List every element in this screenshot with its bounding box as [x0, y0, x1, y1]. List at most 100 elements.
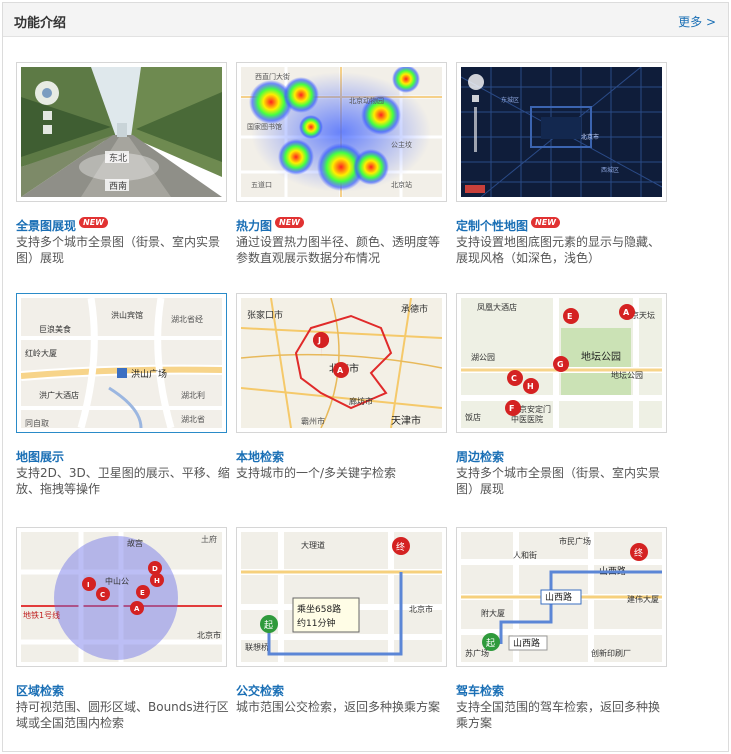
- drive-search-thumbnail[interactable]: 市民广场 人和街 山西路 建伟大厦 附大厦 苏广场 创新印刷厂 山西路 山西路 …: [456, 527, 667, 667]
- svg-text:张家口市: 张家口市: [247, 309, 283, 321]
- drive-route-map-image: 市民广场 人和街 山西路 建伟大厦 附大厦 苏广场 创新印刷厂 山西路 山西路 …: [461, 532, 662, 662]
- svg-text:G: G: [557, 360, 564, 369]
- heatmap-thumbnail[interactable]: 西直门大街 北京动物园 国家图书馆 公主坟 五道口 北京站: [236, 62, 447, 202]
- card-title[interactable]: 驾车检索: [456, 682, 504, 699]
- svg-text:湖北利: 湖北利: [181, 390, 205, 400]
- card-title[interactable]: 全景图展现 NEW: [16, 217, 108, 234]
- card-title[interactable]: 本地检索: [236, 448, 284, 465]
- svg-text:北京动物园: 北京动物园: [349, 96, 384, 105]
- svg-text:廊坊市: 廊坊市: [349, 396, 373, 406]
- card-description: 支持2D、3D、卫星图的展示、平移、缩放、拖拽等操作: [16, 466, 230, 496]
- start-marker-icon: 起: [260, 615, 278, 633]
- marker-e-icon: E: [136, 585, 150, 599]
- card-title[interactable]: 地图展示: [16, 448, 64, 465]
- panel-title: 功能介绍: [14, 16, 67, 31]
- svg-text:北京站: 北京站: [391, 180, 412, 189]
- bus-search-thumbnail[interactable]: 大理道 北京市 联想桥 乘坐658路 约11分钟 起 终: [236, 527, 447, 667]
- marker-d-icon: D: [148, 561, 162, 575]
- svg-text:起: 起: [264, 620, 273, 631]
- card-title-text[interactable]: 区域检索: [16, 684, 64, 698]
- svg-text:A: A: [134, 605, 140, 613]
- card-title-text[interactable]: 公交检索: [236, 684, 284, 698]
- bus-route-map-image: 大理道 北京市 联想桥 乘坐658路 约11分钟 起 终: [241, 532, 442, 662]
- card-title[interactable]: 区域检索: [16, 682, 64, 699]
- zoom-control-icon: [468, 74, 484, 90]
- street-view-image: 东北 西南: [21, 67, 222, 197]
- svg-text:C: C: [100, 591, 105, 599]
- svg-text:中医医院: 中医医院: [511, 414, 543, 424]
- marker-h-icon: H: [150, 573, 164, 587]
- new-badge: NEW: [275, 217, 304, 228]
- card-description: 持可视范围、圆形区域、Bounds进行区域或全国范围内检索: [16, 700, 229, 730]
- marker-i-icon: I: [82, 577, 96, 591]
- end-marker-icon: 终: [392, 537, 410, 555]
- svg-text:故宫: 故宫: [127, 538, 143, 548]
- start-marker-icon: 起: [482, 633, 500, 651]
- panorama-thumbnail[interactable]: 东北 西南: [16, 62, 227, 202]
- nearby-search-thumbnail[interactable]: 凤凰大酒店 北京天坛 地坛公园 地坛公园 湖公园 北京安定门 中医医院 饭店 A…: [456, 293, 667, 433]
- card-title[interactable]: 热力图 NEW: [236, 217, 304, 234]
- card-title[interactable]: 定制个性地图 NEW: [456, 217, 560, 234]
- svg-text:山西路: 山西路: [513, 637, 540, 649]
- street-map-image: 洪山宾馆 湖北省经 巨浪美食 红岭大厦 洪山广场 洪广大酒店 湖北利 湖北省 同…: [21, 298, 222, 428]
- svg-text:J: J: [317, 336, 321, 345]
- svg-text:D: D: [152, 565, 158, 573]
- card-title-text[interactable]: 热力图: [236, 219, 272, 233]
- svg-text:湖北省经: 湖北省经: [171, 314, 203, 324]
- card-description: 支持全国范围的驾车检索，返回多种换乘方案: [456, 700, 661, 730]
- svg-text:人和街: 人和街: [513, 550, 537, 560]
- svg-text:西城区: 西城区: [601, 167, 619, 174]
- card-description: 支持设置地图底图元素的显示与隐藏、展现风格（如深色，浅色）: [456, 235, 661, 265]
- svg-text:大理道: 大理道: [301, 540, 325, 550]
- svg-text:E: E: [140, 589, 145, 597]
- custom-map-thumbnail[interactable]: 北京市 东城区 西城区: [456, 62, 667, 202]
- marker-c-icon: C: [507, 370, 523, 386]
- marker-a-icon: A: [333, 362, 349, 378]
- svg-text:市民广场: 市民广场: [559, 536, 591, 546]
- svg-text:H: H: [154, 577, 160, 585]
- marker-a-icon: A: [619, 304, 635, 320]
- card-title[interactable]: 周边检索: [456, 448, 504, 465]
- svg-text:西南: 西南: [109, 180, 127, 192]
- svg-text:五道口: 五道口: [251, 180, 272, 189]
- card-description: 通过设置热力图半径、颜色、透明度等参数直观展示数据分布情况: [236, 235, 441, 265]
- svg-text:洪广大酒店: 洪广大酒店: [39, 390, 79, 400]
- area-search-thumbnail[interactable]: 故宫 土府 中山公 地铁1号线 北京市 I C D H E A: [16, 527, 227, 667]
- svg-text:北京市: 北京市: [409, 604, 433, 614]
- card-title-text[interactable]: 周边检索: [456, 450, 504, 464]
- card-title-text[interactable]: 定制个性地图: [456, 219, 528, 233]
- card-title-text[interactable]: 全景图展现: [16, 219, 76, 233]
- svg-text:地铁1号线: 地铁1号线: [23, 610, 60, 620]
- card-description: 城市范围公交检索，返回多种换乘方案: [236, 700, 441, 714]
- svg-text:C: C: [511, 374, 517, 383]
- svg-text:A: A: [623, 308, 630, 317]
- svg-text:国家图书馆: 国家图书馆: [247, 122, 282, 131]
- svg-text:创新印刷厂: 创新印刷厂: [591, 648, 631, 658]
- card-description: 支持多个城市全景图（街景、室内实景图）展现: [16, 235, 221, 265]
- dark-map-image: 北京市 东城区 西城区: [461, 67, 662, 197]
- svg-text:红岭大厦: 红岭大厦: [25, 348, 57, 358]
- svg-text:F: F: [509, 404, 514, 413]
- svg-text:洪山广场: 洪山广场: [131, 368, 167, 380]
- nearby-map-image: 凤凰大酒店 北京天坛 地坛公园 地坛公园 湖公园 北京安定门 中医医院 饭店 A…: [461, 298, 662, 428]
- card-title-text[interactable]: 地图展示: [16, 450, 64, 464]
- svg-text:霸州市: 霸州市: [301, 416, 325, 426]
- card-title[interactable]: 公交检索: [236, 682, 284, 699]
- more-link[interactable]: 更多 >: [678, 13, 716, 30]
- svg-text:A: A: [337, 366, 344, 375]
- svg-text:山西路: 山西路: [545, 591, 572, 603]
- marker-e-icon: E: [563, 308, 579, 324]
- svg-text:公主坟: 公主坟: [391, 140, 412, 149]
- svg-text:巨浪美食: 巨浪美食: [39, 324, 71, 334]
- map-display-thumbnail[interactable]: 洪山宾馆 湖北省经 巨浪美食 红岭大厦 洪山广场 洪广大酒店 湖北利 湖北省 同…: [16, 293, 227, 433]
- svg-text:终: 终: [396, 541, 405, 553]
- svg-text:乘坐658路: 乘坐658路: [297, 603, 341, 615]
- svg-text:地坛公园: 地坛公园: [581, 350, 621, 363]
- card-title-text[interactable]: 本地检索: [236, 450, 284, 464]
- svg-text:H: H: [527, 382, 534, 391]
- svg-text:土府: 土府: [201, 534, 217, 544]
- marker-g-icon: G: [553, 356, 569, 372]
- card-title-text[interactable]: 驾车检索: [456, 684, 504, 698]
- svg-text:联想桥: 联想桥: [245, 642, 269, 652]
- local-search-thumbnail[interactable]: 张家口市 承德市 北京市 廊坊市 天津市 霸州市 J A: [236, 293, 447, 433]
